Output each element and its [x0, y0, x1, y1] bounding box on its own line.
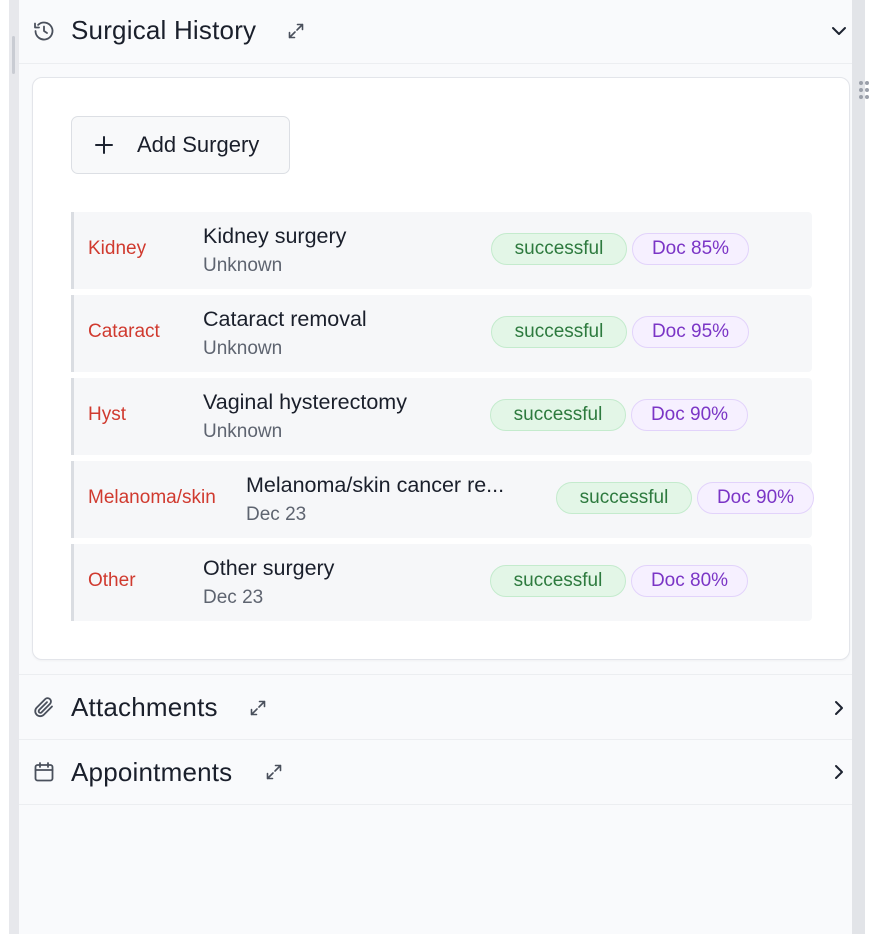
surgery-row[interactable]: Melanoma/skin Melanoma/skin cancer re...…: [71, 461, 814, 538]
surgery-date: Unknown: [203, 421, 283, 442]
surgery-category: Hyst: [88, 404, 126, 425]
appointments-header[interactable]: Appointments: [19, 740, 852, 805]
left-resize-handle[interactable]: [12, 36, 15, 74]
left-pane-border: [9, 0, 19, 934]
doc-confidence-badge: Doc 85%: [632, 233, 749, 265]
outcome-badge: successful: [490, 565, 626, 597]
surgical-history-header[interactable]: Surgical History: [19, 0, 852, 64]
surgery-category: Other: [88, 570, 136, 591]
surgery-date: Unknown: [203, 338, 283, 359]
surgery-category: Kidney: [88, 238, 147, 259]
surgery-name: Vaginal hysterectomy: [203, 390, 407, 414]
doc-confidence-badge: Doc 80%: [631, 565, 748, 597]
surgery-date: Dec 23: [203, 587, 264, 608]
section-title: Appointments: [71, 757, 233, 787]
scrollbar-track[interactable]: [852, 0, 865, 934]
surgery-row[interactable]: Kidney Kidney surgery Unknown successful…: [71, 212, 812, 289]
surgery-name: Kidney surgery: [203, 224, 347, 248]
section-title: Attachments: [71, 692, 218, 722]
plus-icon: [95, 136, 113, 154]
doc-confidence-badge: Doc 95%: [632, 316, 749, 348]
surgery-name: Melanoma/skin cancer re...: [246, 473, 505, 497]
surgery-row[interactable]: Hyst Vaginal hysterectomy Unknown succes…: [71, 378, 812, 455]
outcome-badge: successful: [491, 233, 627, 265]
surgery-row[interactable]: Other Other surgery Dec 23 successful Do…: [71, 544, 812, 621]
drag-grip-icon[interactable]: [859, 81, 871, 101]
add-surgery-label: Add Surgery: [137, 132, 260, 157]
doc-confidence-badge: Doc 90%: [697, 482, 814, 514]
surgery-row[interactable]: Cataract Cataract removal Unknown succes…: [71, 295, 812, 372]
chevron-down-icon[interactable]: [830, 22, 848, 40]
history-clock-icon: [34, 21, 54, 41]
surgery-name: Cataract removal: [203, 307, 367, 331]
doc-confidence-badge: Doc 90%: [631, 399, 748, 431]
surgery-date: Dec 23: [246, 504, 307, 525]
surgery-category: Cataract: [88, 321, 160, 342]
surgery-date: Unknown: [203, 255, 283, 276]
chevron-right-icon[interactable]: [830, 699, 848, 717]
attachments-header[interactable]: Attachments: [19, 674, 852, 740]
expand-arrows-icon[interactable]: [249, 699, 267, 717]
right-edge: [865, 0, 876, 934]
outcome-badge: successful: [556, 482, 692, 514]
outcome-badge: successful: [490, 399, 626, 431]
paperclip-icon: [34, 697, 53, 718]
expand-arrows-icon[interactable]: [287, 22, 305, 40]
add-surgery-button[interactable]: Add Surgery: [71, 116, 290, 174]
expand-arrows-icon[interactable]: [265, 763, 283, 781]
outcome-badge: successful: [491, 316, 627, 348]
surgery-name: Other surgery: [203, 556, 335, 580]
chevron-right-icon[interactable]: [830, 763, 848, 781]
surgery-category: Melanoma/skin: [88, 487, 216, 508]
section-title: Surgical History: [71, 15, 257, 45]
calendar-icon: [34, 762, 54, 782]
